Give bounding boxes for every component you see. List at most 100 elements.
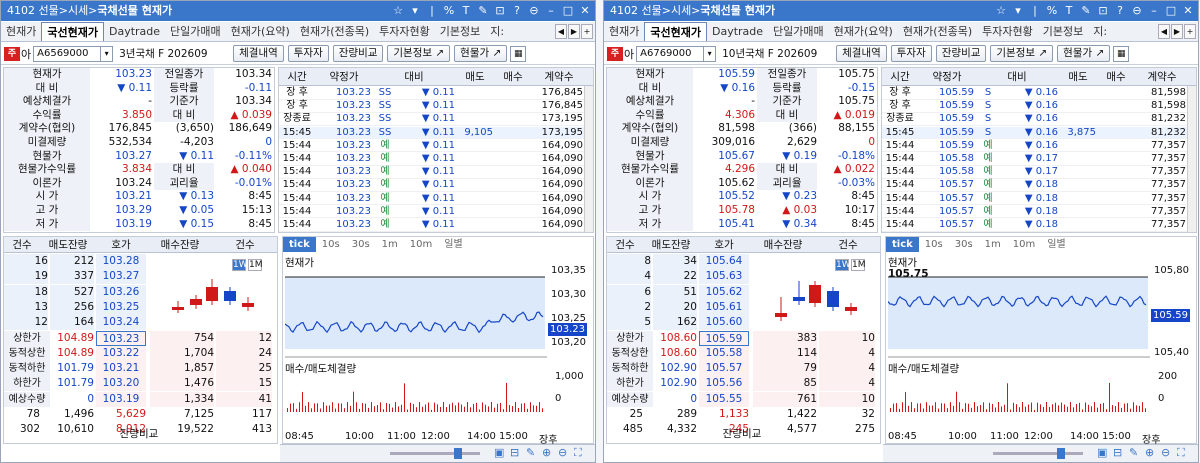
zoom-in-icon[interactable]: ⊕ <box>1145 446 1154 459</box>
zoom-out-icon[interactable]: ⊖ <box>558 446 567 459</box>
chart-tab-1m[interactable]: 1m <box>376 237 404 252</box>
star-icon[interactable]: ☆ <box>392 1 404 21</box>
tab-add-icon[interactable]: + <box>581 24 593 39</box>
zoom-out-icon[interactable]: ⊖ <box>1161 446 1170 459</box>
tab-7[interactable]: 기본정보 <box>435 22 485 41</box>
tab-5[interactable]: 현재가(전종목) <box>295 22 374 41</box>
close-icon[interactable]: ✕ <box>1182 1 1194 21</box>
fullscreen-icon[interactable]: ⛶ <box>574 446 582 460</box>
trade-col-header[interactable]: 대비 <box>976 68 1058 86</box>
trade-col-header[interactable]: 매수 <box>493 68 533 86</box>
link-icon[interactable]: % <box>1046 1 1058 21</box>
trade-col-header[interactable]: 약정가 <box>920 68 974 86</box>
btn-2[interactable]: 잔량비교 <box>935 45 987 62</box>
text-icon[interactable]: T <box>460 1 472 21</box>
zoom-slider[interactable] <box>390 448 480 459</box>
minimize-icon[interactable]: – <box>545 1 557 21</box>
bid-row[interactable]: 103.20 1,476 15 하한가 101.79 <box>4 376 277 392</box>
close-icon[interactable]: ✕ <box>579 1 591 21</box>
btn-0[interactable]: 체결내역 <box>836 45 887 62</box>
chart-tab-10m[interactable]: 10m <box>404 237 438 252</box>
chart-tab-10s[interactable]: 10s <box>919 237 949 252</box>
tab-prev-icon[interactable]: ◀ <box>555 24 567 39</box>
chart-tab-1m[interactable]: 1m <box>979 237 1007 252</box>
btn-2[interactable]: 잔량비교 <box>332 45 384 62</box>
help-icon[interactable]: ? <box>1114 1 1126 21</box>
bid-row[interactable]: 105.57 79 4 동적하한 102.90 <box>607 361 880 377</box>
screen-icon[interactable]: ⊡ <box>1097 1 1109 21</box>
trade-col-header[interactable]: 매도 <box>1060 68 1096 86</box>
trade-list[interactable]: 시간 약정가 대비 매도 매수 계약수 장 후 105.59 S ▼ 0.16 81,598 장 후 1… <box>881 67 1197 233</box>
chart-tab-일별[interactable]: 일별 <box>1041 237 1071 252</box>
zoom-slider[interactable] <box>993 448 1083 459</box>
link-icon[interactable]: % <box>443 1 455 21</box>
draw-icon[interactable]: ✎ <box>1129 446 1138 459</box>
dropdown-icon[interactable]: ▾ <box>1012 1 1024 21</box>
price-chart[interactable]: tick 10s 30s 1m 10m 일별 현재가 105.75 매수/매도체결량 105,80… <box>885 236 1197 446</box>
bid-row[interactable]: 105.58 114 4 동적상한 108.60 <box>607 345 880 361</box>
dropdown-icon[interactable]: ▾ <box>409 1 421 21</box>
magnify-icon[interactable]: ▣ <box>1097 446 1107 459</box>
trade-col-header[interactable]: 약정가 <box>317 68 371 86</box>
code-input[interactable]: A6769000 <box>636 45 705 62</box>
help-icon[interactable]: ? <box>511 1 523 21</box>
btn-4[interactable]: 현물가 ↗ <box>1057 45 1111 62</box>
chart-tab-30s[interactable]: 30s <box>346 237 376 252</box>
tab-8[interactable]: 지: <box>485 22 509 41</box>
trade-list[interactable]: 시간 약정가 대비 매도 매수 계약수 장 후 103.23 SS ▼ 0.11 176,845 장 … <box>278 67 594 233</box>
zoom-icon[interactable]: ⊖ <box>1131 1 1143 21</box>
tab-3[interactable]: 단일가매매 <box>768 22 829 41</box>
tab-6[interactable]: 투자자현황 <box>374 22 435 41</box>
zoom-icon[interactable]: ⊖ <box>528 1 540 21</box>
pen-icon[interactable]: ✎ <box>1080 1 1092 21</box>
pen-icon[interactable]: ✎ <box>477 1 489 21</box>
tab-0[interactable]: 현재가 <box>604 22 644 41</box>
tab-0[interactable]: 현재가 <box>1 22 41 41</box>
btn-0[interactable]: 체결내역 <box>233 45 284 62</box>
trade-col-header[interactable]: 계약수 <box>533 68 585 86</box>
chart-tab-tick[interactable]: tick <box>283 237 316 252</box>
zoom-slider-handle[interactable] <box>454 448 462 459</box>
trade-col-header[interactable]: 시간 <box>279 68 315 86</box>
favorite-icon[interactable]: 주 <box>607 46 623 61</box>
btn-1[interactable]: 투자자 <box>890 45 932 62</box>
maximize-icon[interactable]: □ <box>562 1 574 21</box>
tab-4[interactable]: 현재가(요약) <box>829 22 898 41</box>
screen-icon[interactable]: ⊡ <box>494 1 506 21</box>
grid-icon[interactable]: ▦ <box>1113 45 1130 62</box>
tab-1[interactable]: 국선현재가 <box>644 22 707 41</box>
chart-tab-10s[interactable]: 10s <box>316 237 346 252</box>
separator-icon[interactable]: | <box>1029 1 1041 21</box>
draw-icon[interactable]: ✎ <box>526 446 535 459</box>
tab-add-icon[interactable]: + <box>1184 24 1196 39</box>
window-titlebar[interactable]: 4102 선물>시세>국채선물 현재가 ☆ ▾ |% T ✎ ⊡? ⊖ – □ ✕ <box>1 1 595 21</box>
bid-row[interactable]: 103.22 1,704 24 동적상한 104.89 <box>4 345 277 361</box>
grid-icon[interactable]: ▦ <box>510 45 527 62</box>
compare-icon[interactable]: ⊟ <box>510 446 519 459</box>
trade-scrollbar[interactable] <box>1187 86 1196 232</box>
code-dropdown-icon[interactable]: ▾ <box>101 45 114 62</box>
magnify-icon[interactable]: ▣ <box>494 446 504 459</box>
chart-tab-tick[interactable]: tick <box>886 237 919 252</box>
favorite-icon[interactable]: 주 <box>4 46 20 61</box>
tab-5[interactable]: 현재가(전종목) <box>898 22 977 41</box>
bid-row[interactable]: 103.23 754 12 상한가 104.89 <box>4 330 277 346</box>
maximize-icon[interactable]: □ <box>1165 1 1177 21</box>
compare-icon[interactable]: ⊟ <box>1113 446 1122 459</box>
trade-col-header[interactable]: 매수 <box>1096 68 1136 86</box>
tab-2[interactable]: Daytrade <box>104 22 165 41</box>
tab-1[interactable]: 국선현재가 <box>41 22 104 41</box>
bid-row[interactable]: 105.59 383 10 상한가 108.60 <box>607 330 880 346</box>
tab-4[interactable]: 현재가(요약) <box>226 22 295 41</box>
bid-row[interactable]: 103.21 1,857 25 동적하한 101.79 <box>4 361 277 377</box>
fullscreen-icon[interactable]: ⛶ <box>1177 446 1185 460</box>
text-icon[interactable]: T <box>1063 1 1075 21</box>
minimize-icon[interactable]: – <box>1148 1 1160 21</box>
trade-col-header[interactable]: 계약수 <box>1136 68 1188 86</box>
separator-icon[interactable]: | <box>426 1 438 21</box>
chart-tab-30s[interactable]: 30s <box>949 237 979 252</box>
bid-row[interactable]: 103.19 1,334 41 예상수량 0 <box>4 391 277 407</box>
btn-3[interactable]: 기본정보 ↗ <box>387 45 451 62</box>
btn-4[interactable]: 현물가 ↗ <box>454 45 508 62</box>
range-1W[interactable]: 1W <box>835 259 851 271</box>
